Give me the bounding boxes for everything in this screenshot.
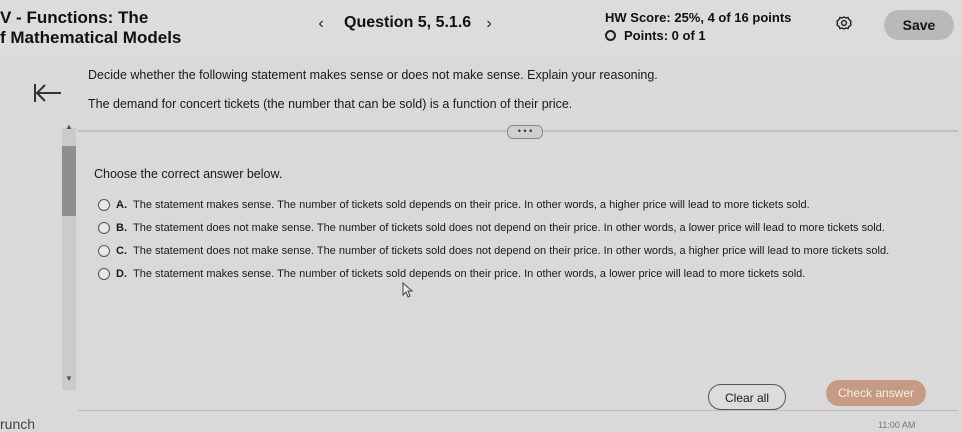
radio-button[interactable]: [98, 268, 110, 280]
option-text: The statement does not make sense. The n…: [133, 245, 890, 257]
radio-button[interactable]: [98, 222, 110, 234]
assignment-title-line2: f Mathematical Models: [0, 28, 182, 47]
clock: 11:00 AM: [878, 420, 916, 430]
more-button[interactable]: • • •: [507, 125, 543, 139]
bottom-divider: [78, 410, 958, 411]
option-d[interactable]: D. The statement makes sense. The number…: [98, 263, 889, 285]
check-answer-button[interactable]: Check answer: [826, 380, 926, 406]
option-a[interactable]: A. The statement makes sense. The number…: [98, 194, 889, 216]
answer-options: A. The statement makes sense. The number…: [98, 194, 889, 286]
chevron-right-icon[interactable]: ›: [480, 14, 498, 34]
option-text: The statement does not make sense. The n…: [133, 222, 885, 234]
radio-button[interactable]: [98, 199, 110, 211]
option-letter: D.: [116, 268, 127, 280]
scroll-down-arrow-icon[interactable]: ▼: [62, 374, 76, 384]
option-letter: B.: [116, 222, 127, 234]
option-c[interactable]: C. The statement does not make sense. Th…: [98, 240, 889, 262]
scrollbar-thumb[interactable]: [62, 146, 76, 216]
radio-button[interactable]: [98, 245, 110, 257]
hw-score: HW Score: 25%, 4 of 16 points: [605, 10, 792, 25]
back-arrow-icon[interactable]: [32, 82, 64, 104]
question-label: Question 5, 5.1.6: [344, 14, 472, 31]
answer-instruction: Choose the correct answer below.: [94, 167, 283, 181]
clear-all-button[interactable]: Clear all: [708, 384, 786, 410]
assignment-title: V - Functions: The f Mathematical Models: [0, 8, 181, 48]
option-letter: C.: [116, 245, 127, 257]
gear-icon[interactable]: [836, 16, 852, 32]
question-prompt: Decide whether the following statement m…: [88, 68, 658, 82]
points-row: Points: 0 of 1: [605, 28, 706, 43]
save-button[interactable]: Save: [884, 10, 954, 40]
assignment-title-line1: V - Functions: The: [0, 8, 149, 27]
option-b[interactable]: B. The statement does not make sense. Th…: [98, 217, 889, 239]
scroll-up-arrow-icon[interactable]: ▲: [62, 122, 76, 132]
circle-icon: [605, 30, 616, 41]
option-text: The statement makes sense. The number of…: [133, 199, 810, 211]
option-text: The statement makes sense. The number of…: [133, 268, 806, 280]
option-letter: A.: [116, 199, 127, 211]
points-text: Points: 0 of 1: [624, 28, 706, 43]
question-statement: The demand for concert tickets (the numb…: [88, 97, 573, 111]
chevron-left-icon[interactable]: ‹: [312, 14, 330, 34]
header-bar: V - Functions: The f Mathematical Models…: [0, 0, 962, 56]
mouse-cursor-icon: [402, 282, 414, 298]
